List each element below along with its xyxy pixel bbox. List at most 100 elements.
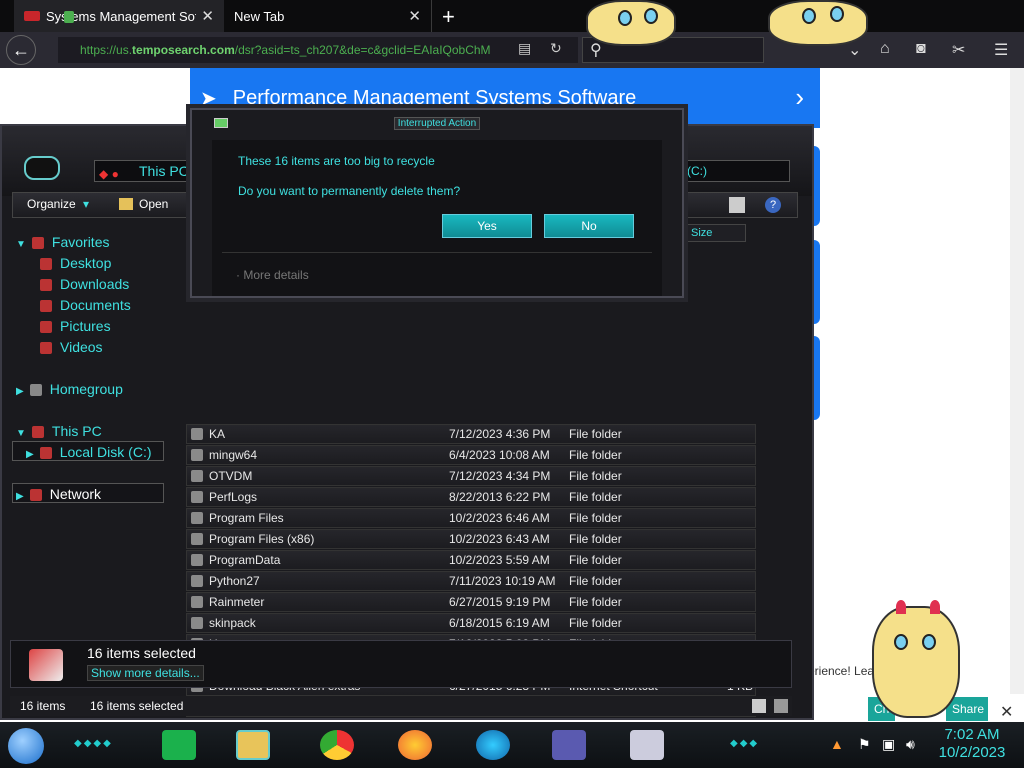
tab-new-tab[interactable]: New Tab ✕ <box>224 0 432 32</box>
chevron-down-icon: ▾ <box>83 197 90 211</box>
nav-network[interactable]: ▶ Network <box>16 486 101 502</box>
taskbar-notes-app-icon[interactable] <box>162 730 196 760</box>
star-butterfly-sticker-icon <box>768 0 868 46</box>
taskbar-file-explorer-icon[interactable] <box>236 730 270 760</box>
nav-local-disk[interactable]: ▶ Local Disk (C:) <box>26 444 152 460</box>
clock-time: 7:02 AM <box>944 726 1000 743</box>
dialog-question: Do you want to permanently delete them? <box>238 184 461 198</box>
start-button[interactable] <box>8 728 44 764</box>
extension-icon[interactable]: ✂ <box>952 40 965 60</box>
file-date-modified: 10/2/2023 6:43 AM <box>449 532 550 546</box>
file-icon <box>191 428 203 440</box>
details-pane: 16 items selected Show more details... <box>10 640 792 688</box>
status-selected-count: 16 items selected <box>90 699 184 713</box>
no-button[interactable]: No <box>544 214 634 238</box>
status-bar: 16 items 16 items selected <box>10 696 792 716</box>
reader-view-icon[interactable]: ▤ <box>518 40 531 57</box>
star-icon <box>31 237 44 250</box>
yes-button[interactable]: Yes <box>442 214 532 238</box>
computer-icon <box>31 426 44 439</box>
file-date-modified: 8/22/2013 6:22 PM <box>449 490 551 504</box>
menu-icon[interactable]: ☰ <box>994 40 1008 60</box>
help-icon[interactable]: ? <box>765 197 781 213</box>
url-bar[interactable]: https://us.temposearch.com/dsr?asid=ts_c… <box>58 37 578 63</box>
large-icons-view-icon[interactable] <box>774 699 788 713</box>
nav-favorites[interactable]: ▼ Favorites <box>16 234 109 250</box>
file-row[interactable]: mingw64 6/4/2023 10:08 AM File folder <box>186 445 756 465</box>
file-name: KA <box>209 427 226 441</box>
nav-desktop[interactable]: Desktop <box>40 255 111 271</box>
address-bar[interactable]: ◆ ● This PC <box>94 160 204 182</box>
file-row[interactable]: Python27 7/11/2023 10:19 AM File folder <box>186 571 756 591</box>
file-icon <box>191 617 203 629</box>
url-path: /dsr?asid=ts_ch207&de=c&gclid=EAIaIQobCh… <box>234 43 491 57</box>
nav-documents[interactable]: Documents <box>40 297 131 313</box>
more-details-toggle[interactable]: · More details <box>236 268 309 282</box>
picture-icon <box>40 321 52 334</box>
nav-homegroup[interactable]: ▶ Homegroup <box>16 381 123 397</box>
column-header-size[interactable]: Size <box>686 224 746 242</box>
navigation-pane: ▼ Favorites Desktop Downloads Documents P… <box>10 222 168 632</box>
file-row[interactable]: skinpack 6/18/2015 6:19 AM File folder <box>186 613 756 633</box>
file-row[interactable]: Program Files (x86) 10/2/2023 6:43 AM File… <box>186 529 756 549</box>
pocket-icon[interactable]: ◙ <box>916 40 926 58</box>
file-row[interactable]: Rainmeter 6/27/2015 9:19 PM File folder <box>186 592 756 612</box>
taskbar-app-icon[interactable] <box>630 730 664 760</box>
show-more-details-link[interactable]: Show more details... <box>87 665 204 681</box>
nav-label: Homegroup <box>49 381 123 397</box>
tray-app-icon[interactable]: ▲ <box>830 736 844 752</box>
browser-nav-bar: ← https://us.temposearch.com/dsr?asid=ts… <box>0 32 1024 68</box>
file-name: mingw64 <box>209 448 258 462</box>
file-row[interactable]: Program Files 10/2/2023 6:46 AM File folde… <box>186 508 756 528</box>
taskbar-firefox-icon[interactable] <box>398 730 432 760</box>
close-tab-icon[interactable]: ✕ <box>408 7 421 25</box>
taskbar-edge-icon[interactable] <box>476 730 510 760</box>
nav-label: Pictures <box>60 318 111 334</box>
taskbar-chrome-icon[interactable] <box>320 730 354 760</box>
file-name: Program Files <box>209 511 284 525</box>
file-row[interactable]: KA 7/12/2023 4:36 PM File folder <box>186 424 756 444</box>
organize-button[interactable]: Organize <box>27 197 76 211</box>
file-row[interactable]: ProgramData 10/2/2023 5:59 AM File folder <box>186 550 756 570</box>
network-icon <box>29 489 42 502</box>
file-icon <box>191 470 203 482</box>
chevron-down-icon[interactable]: ⌄ <box>848 40 861 60</box>
nav-label: Desktop <box>60 255 112 271</box>
file-row[interactable]: PerfLogs 8/22/2013 6:22 PM File folder <box>186 487 756 507</box>
back-button[interactable]: ← <box>6 35 36 65</box>
taskbar-app-icon[interactable] <box>552 730 586 760</box>
volume-icon[interactable]: 🔊︎ <box>906 736 915 753</box>
network-tray-icon[interactable]: ▣ <box>882 736 895 753</box>
eye-icon <box>618 10 632 26</box>
new-tab-button[interactable]: + <box>442 4 455 30</box>
reload-icon[interactable]: ↻ <box>550 40 562 57</box>
page-scrollbar[interactable] <box>1010 68 1024 694</box>
file-date-modified: 6/18/2015 6:19 AM <box>449 616 550 630</box>
open-button[interactable]: Open <box>139 197 168 211</box>
action-center-flag-icon[interactable]: ⚑ <box>858 736 871 753</box>
preview-pane-icon[interactable] <box>729 197 745 213</box>
file-date-modified: 7/12/2023 4:36 PM <box>449 427 551 441</box>
back-forward-orb[interactable] <box>24 156 60 180</box>
browser-tab-bar: Systems Management Softw ✕ New Tab ✕ + <box>0 0 1024 32</box>
close-icon[interactable]: ✕ <box>1000 702 1013 722</box>
search-icon: ⚲ <box>590 42 602 59</box>
file-date-modified: 7/12/2023 4:34 PM <box>449 469 551 483</box>
nav-label: Videos <box>60 339 103 355</box>
nav-this-pc[interactable]: ▼ This PC <box>16 423 102 439</box>
close-tab-icon[interactable]: ✕ <box>201 7 214 25</box>
file-name: Rainmeter <box>209 595 265 609</box>
file-name: skinpack <box>209 616 256 630</box>
system-clock[interactable]: 7:02 AM 10/2/2023 <box>932 726 1012 762</box>
explorer-search-box[interactable]: (C:) <box>678 160 790 182</box>
tab-systems-management[interactable]: Systems Management Softw ✕ <box>14 0 224 32</box>
details-view-icon[interactable] <box>752 699 766 713</box>
nav-downloads[interactable]: Downloads <box>40 276 129 292</box>
nav-pictures[interactable]: Pictures <box>40 318 111 334</box>
site-favicon-icon <box>24 11 40 21</box>
clock-date: 10/2/2023 <box>938 744 1006 761</box>
nav-videos[interactable]: Videos <box>40 339 103 355</box>
home-icon[interactable]: ⌂ <box>880 40 890 58</box>
file-row[interactable]: OTVDM 7/12/2023 4:34 PM File folder <box>186 466 756 486</box>
file-icon <box>191 491 203 503</box>
